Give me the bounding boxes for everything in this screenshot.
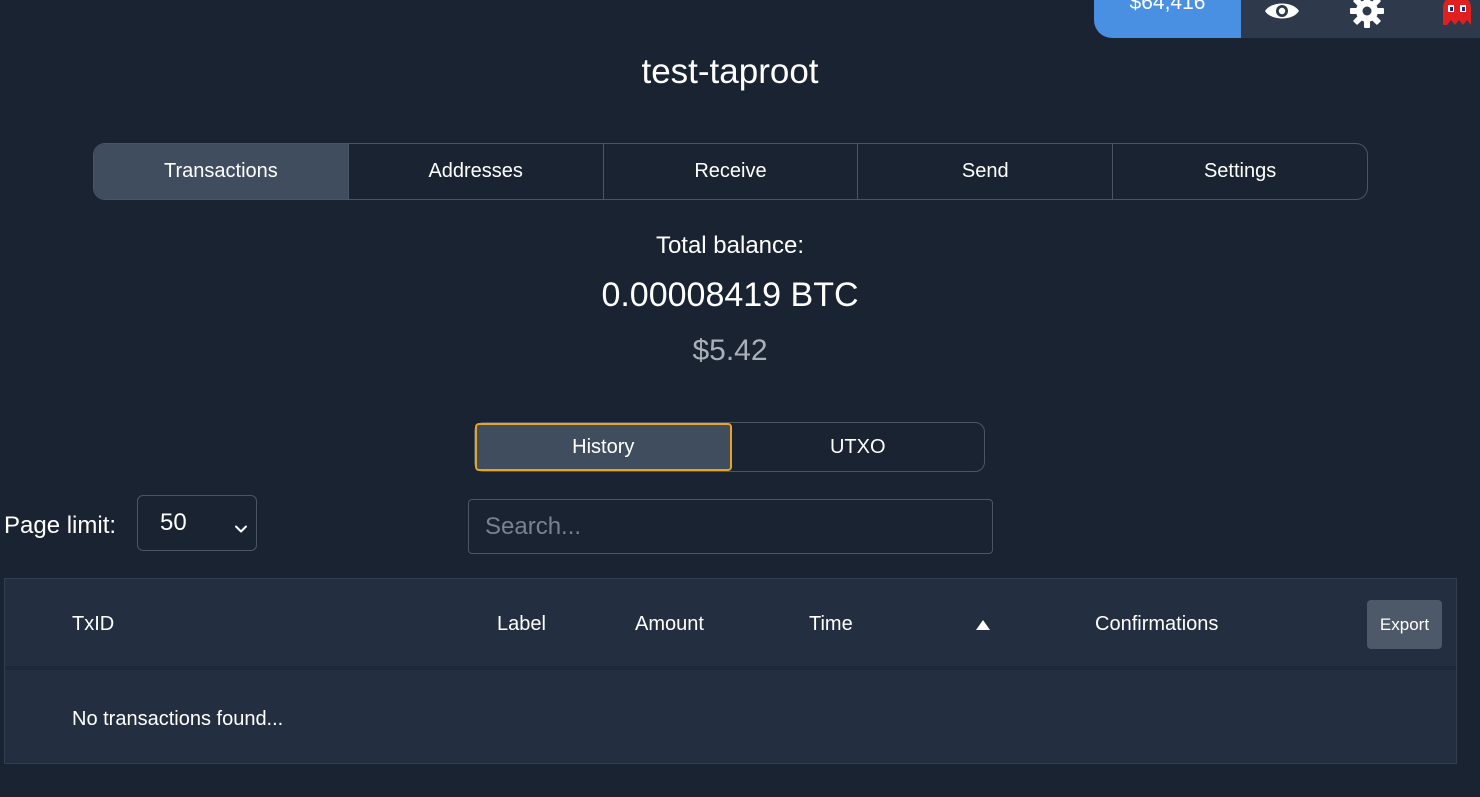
balance-label: Total balance:	[655, 232, 805, 259]
history-utxo-toggle: History UTXO	[474, 422, 985, 472]
eye-icon[interactable]	[1263, 0, 1301, 30]
balance-btc: 0.00008419 BTC	[601, 276, 859, 314]
tab-receive[interactable]: Receive	[604, 144, 859, 199]
export-button[interactable]: Export	[1367, 600, 1442, 649]
column-txid[interactable]: TxID	[72, 613, 114, 636]
column-label[interactable]: Label	[497, 613, 546, 636]
gear-icon[interactable]	[1347, 0, 1387, 30]
chevron-down-icon	[234, 515, 248, 543]
page-limit-label: Page limit:	[4, 512, 117, 539]
tab-addresses[interactable]: Addresses	[349, 144, 604, 199]
table-header: TxID Label Amount Time Confirmations Exp…	[5, 579, 1456, 670]
sort-ascending-icon[interactable]	[975, 618, 991, 636]
wallet-page: $64,416 test-taproot Transactions Addres…	[0, 0, 1480, 797]
column-time[interactable]: Time	[809, 613, 853, 636]
wallet-title: test-taproot	[641, 52, 819, 91]
toolbar-icons	[1241, 0, 1480, 38]
transactions-table: TxID Label Amount Time Confirmations Exp…	[4, 578, 1457, 764]
ghost-icon[interactable]	[1439, 0, 1475, 29]
page-limit-select[interactable]: 50	[137, 495, 257, 551]
search-input[interactable]	[468, 499, 993, 554]
tab-utxo[interactable]: UTXO	[732, 423, 985, 471]
top-toolbar: $64,416	[1094, 0, 1480, 38]
tab-settings[interactable]: Settings	[1113, 144, 1367, 199]
tab-transactions[interactable]: Transactions	[94, 144, 349, 199]
empty-message: No transactions found...	[72, 708, 284, 730]
column-amount[interactable]: Amount	[635, 613, 704, 636]
main-tabs: Transactions Addresses Receive Send Sett…	[93, 143, 1368, 200]
btc-price-badge[interactable]: $64,416	[1094, 0, 1241, 38]
tab-send[interactable]: Send	[858, 144, 1114, 199]
column-confirmations[interactable]: Confirmations	[1095, 613, 1218, 636]
btc-price-value: $64,416	[1129, 0, 1206, 14]
balance-usd: $5.42	[692, 334, 768, 367]
page-limit-value: 50	[160, 509, 187, 536]
tab-history[interactable]: History	[475, 423, 732, 471]
